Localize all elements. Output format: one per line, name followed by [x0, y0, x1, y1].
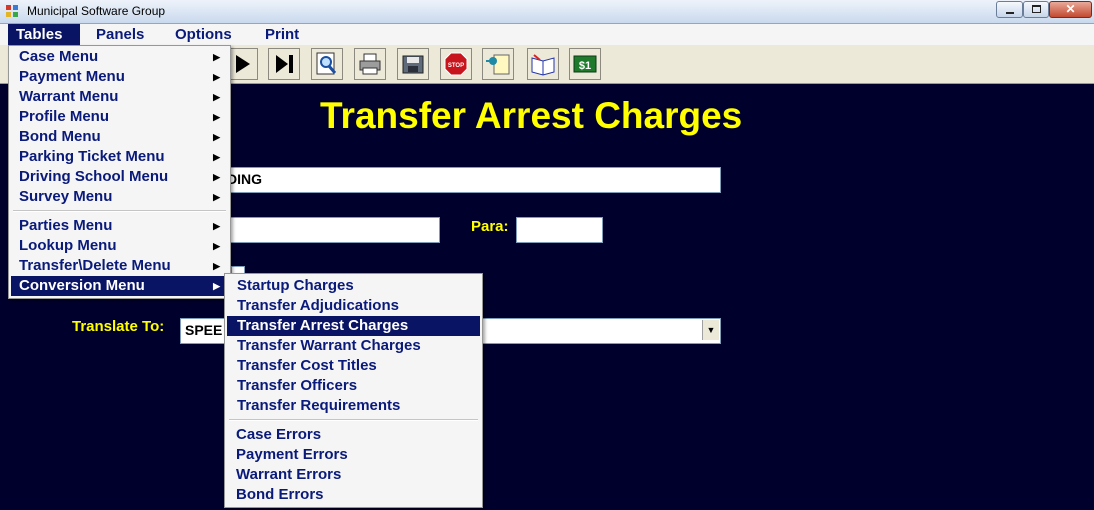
play-icon — [236, 55, 250, 73]
para-field[interactable] — [516, 217, 603, 243]
print-button[interactable] — [354, 48, 386, 80]
minimize-button[interactable] — [996, 1, 1023, 18]
chevron-right-icon: ▶ — [213, 192, 220, 202]
svg-text:$1: $1 — [579, 60, 591, 72]
chevron-right-icon: ▶ — [213, 92, 220, 102]
submenu-item-bond-errors[interactable]: Bond Errors — [227, 485, 480, 505]
title-bar: Municipal Software Group ✕ — [0, 0, 1094, 24]
menu-item-label: Transfer\Delete Menu — [19, 257, 171, 274]
save-button[interactable] — [397, 48, 429, 80]
submenu-item-transfer-officers[interactable]: Transfer Officers — [227, 376, 480, 396]
save-disk-icon — [402, 55, 424, 74]
payment-button[interactable]: $1 — [569, 48, 601, 80]
menu-item-label: Survey Menu — [19, 188, 113, 205]
menu-item-parking-ticket[interactable]: Parking Ticket Menu ▶ — [11, 147, 228, 167]
menu-print[interactable]: Print — [257, 24, 307, 45]
menu-item-transfer-delete[interactable]: Transfer\Delete Menu ▶ — [11, 256, 228, 276]
chevron-right-icon: ▶ — [213, 152, 220, 162]
menu-item-label: Parties Menu — [19, 217, 113, 234]
menu-item-label: Payment Menu — [19, 68, 125, 85]
menu-tables[interactable]: Tables — [8, 24, 80, 45]
menu-item-label: Driving School Menu — [19, 168, 169, 185]
description-field[interactable]: DING — [222, 167, 721, 193]
menu-item-driving-school[interactable]: Driving School Menu ▶ — [11, 167, 228, 187]
chevron-right-icon: ▶ — [213, 241, 220, 251]
maximize-button[interactable] — [1023, 1, 1049, 18]
book-button[interactable] — [527, 48, 559, 80]
close-button[interactable]: ✕ — [1049, 1, 1092, 18]
menu-item-bond[interactable]: Bond Menu ▶ — [11, 127, 228, 147]
menu-item-label: Conversion Menu — [19, 277, 145, 294]
menu-separator — [229, 419, 478, 421]
submenu-item-transfer-adjudications[interactable]: Transfer Adjudications — [227, 296, 480, 316]
menu-item-profile[interactable]: Profile Menu ▶ — [11, 107, 228, 127]
chevron-right-icon: ▶ — [213, 221, 220, 231]
svg-text:STOP: STOP — [448, 63, 464, 69]
preview-magnifier-icon — [316, 52, 337, 75]
dollar-bill-icon: $1 — [573, 55, 597, 73]
menu-item-label: Profile Menu — [19, 108, 110, 125]
menu-item-conversion[interactable]: Conversion Menu ▶ — [11, 276, 228, 296]
chevron-right-icon: ▶ — [213, 172, 220, 182]
submenu-item-transfer-requirements[interactable]: Transfer Requirements — [227, 396, 480, 416]
window-title: Municipal Software Group — [27, 4, 166, 18]
submenu-item-case-errors[interactable]: Case Errors — [227, 425, 480, 445]
submenu-item-transfer-cost-titles[interactable]: Transfer Cost Titles — [227, 356, 480, 376]
submenu-item-payment-errors[interactable]: Payment Errors — [227, 445, 480, 465]
menu-item-case[interactable]: Case Menu ▶ — [11, 47, 228, 67]
menu-item-label: Lookup Menu — [19, 237, 117, 254]
chevron-down-icon[interactable]: ▼ — [702, 320, 719, 340]
menu-item-label: Case Menu — [19, 48, 99, 65]
submenu-item-startup-charges[interactable]: Startup Charges — [227, 276, 480, 296]
submenu-item-transfer-arrest-charges[interactable]: Transfer Arrest Charges — [227, 316, 480, 336]
menu-item-label: Warrant Menu — [19, 88, 119, 105]
note-button[interactable] — [482, 48, 514, 80]
stop-sign-icon: STOP — [444, 52, 468, 76]
code-field[interactable] — [222, 217, 440, 243]
preview-button[interactable] — [311, 48, 343, 80]
menu-options[interactable]: Options — [167, 24, 240, 45]
menu-item-label: Bond Menu — [19, 128, 101, 145]
chevron-right-icon: ▶ — [213, 261, 220, 271]
menu-bar: Tables Panels Options Print — [0, 24, 1094, 46]
stop-button[interactable]: STOP — [440, 48, 472, 80]
conversion-submenu: Startup Charges Transfer Adjudications T… — [224, 273, 483, 508]
chevron-right-icon: ▶ — [213, 72, 220, 82]
chevron-right-icon: ▶ — [213, 52, 220, 62]
menu-item-warrant[interactable]: Warrant Menu ▶ — [11, 87, 228, 107]
open-book-icon — [531, 54, 555, 76]
menu-panels[interactable]: Panels — [88, 24, 152, 45]
menu-item-lookup[interactable]: Lookup Menu ▶ — [11, 236, 228, 256]
translate-to-value: SPEE — [185, 322, 223, 338]
app-icon — [6, 5, 19, 18]
chevron-right-icon: ▶ — [213, 132, 220, 142]
close-icon: ✕ — [1065, 2, 1076, 16]
submenu-item-transfer-warrant-charges[interactable]: Transfer Warrant Charges — [227, 336, 480, 356]
submenu-item-warrant-errors[interactable]: Warrant Errors — [227, 465, 480, 485]
printer-icon — [359, 53, 381, 75]
para-label: Para: — [471, 218, 509, 235]
page-title: Transfer Arrest Charges — [320, 95, 743, 136]
translate-to-label: Translate To: — [72, 318, 165, 335]
menu-separator — [13, 210, 226, 212]
menu-item-payment[interactable]: Payment Menu ▶ — [11, 67, 228, 87]
skip-to-end-button[interactable] — [268, 48, 300, 80]
menu-item-label: Parking Ticket Menu — [19, 148, 165, 165]
tables-menu: Case Menu ▶ Payment Menu ▶ Warrant Menu ▶ P… — [8, 45, 231, 299]
maximize-icon — [1032, 5, 1041, 13]
menu-item-survey[interactable]: Survey Menu ▶ — [11, 187, 228, 207]
minimize-icon — [1006, 12, 1014, 14]
pin-note-icon — [486, 54, 510, 75]
skip-to-end-icon — [276, 55, 293, 73]
chevron-right-icon: ▶ — [213, 281, 220, 291]
menu-item-parties[interactable]: Parties Menu ▶ — [11, 216, 228, 236]
chevron-right-icon: ▶ — [213, 112, 220, 122]
